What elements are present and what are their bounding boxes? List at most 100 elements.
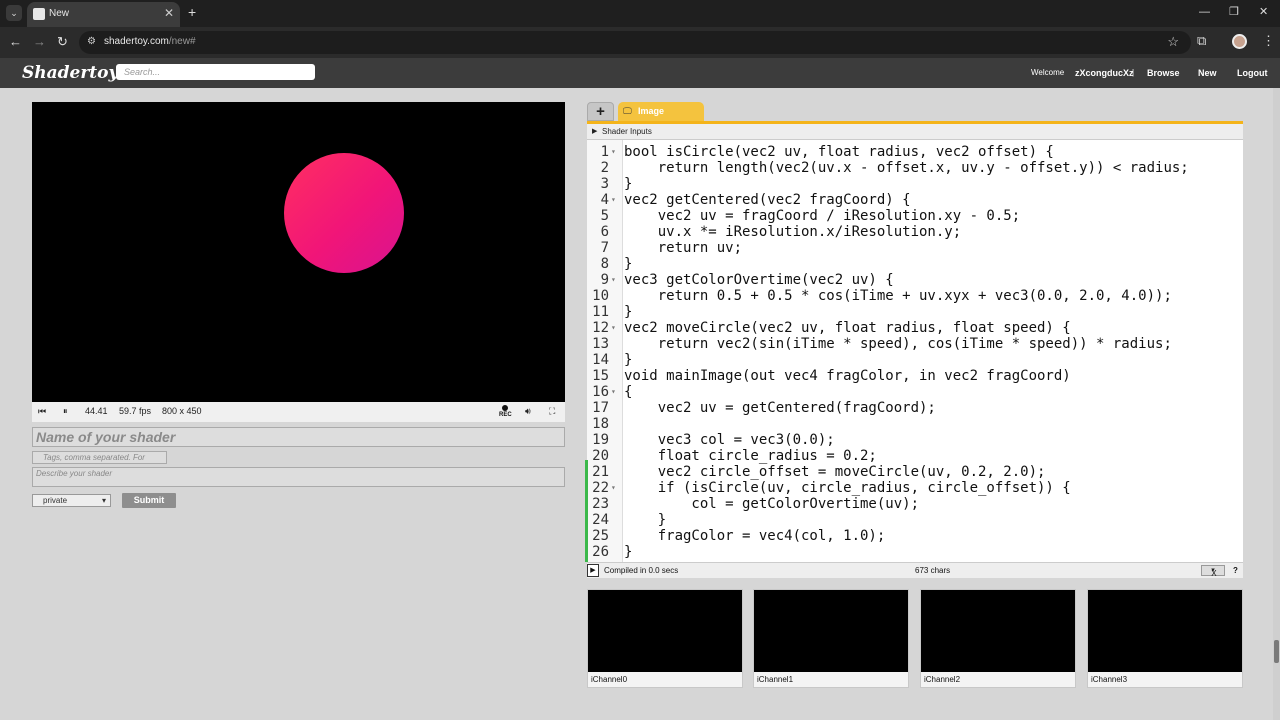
fold-icon[interactable]: ▾ — [611, 320, 616, 336]
compile-button[interactable]: ▶ — [587, 564, 599, 577]
code-line[interactable]: 8} — [587, 256, 1243, 272]
username-link[interactable]: zXcongducXz — [1075, 68, 1134, 78]
browse-link[interactable]: Browse — [1147, 68, 1180, 78]
line-number: 14 — [592, 352, 609, 368]
modified-lines-marker — [585, 460, 588, 562]
fold-icon[interactable]: ▾ — [611, 480, 616, 496]
code-text: } — [624, 304, 633, 320]
privacy-select[interactable]: private ▾ — [32, 494, 111, 507]
tab-image[interactable]: 🖵︎ Image — [618, 102, 704, 121]
fold-icon[interactable]: ▾ — [611, 384, 616, 400]
resolution-display: 800 x 450 — [162, 406, 202, 416]
code-line[interactable]: 15 void mainImage(out vec4 fragColor, in … — [587, 368, 1243, 384]
browser-tab[interactable]: New ✕ — [27, 2, 180, 27]
channel-preview[interactable] — [588, 590, 742, 672]
channel-preview[interactable] — [1088, 590, 1242, 672]
rewind-icon[interactable]: ⏮ — [38, 406, 46, 417]
code-line[interactable]: 12 ▾ vec2 moveCircle(vec2 uv, float radius… — [587, 320, 1243, 336]
code-line[interactable]: 17 vec2 uv = getCentered(fragCoord); — [587, 400, 1243, 416]
channel-slot-3[interactable]: iChannel3 — [1087, 589, 1243, 688]
code-text: col = getColorOvertime(uv); — [624, 496, 920, 512]
logout-link[interactable]: Logout — [1237, 68, 1268, 78]
pause-icon[interactable]: ⏸ — [63, 406, 68, 417]
favicon-icon — [33, 8, 45, 20]
shader-inputs-toggle[interactable]: ▶ Shader Inputs — [587, 124, 1243, 140]
forward-icon[interactable]: → — [33, 35, 46, 49]
line-number: 4 — [600, 192, 609, 208]
add-buffer-button[interactable]: + — [587, 102, 614, 121]
close-window-icon[interactable]: ✕ — [1259, 6, 1268, 18]
scrollbar-thumb[interactable] — [1274, 640, 1279, 663]
new-link[interactable]: New — [1198, 68, 1217, 78]
fold-icon[interactable]: ▾ — [611, 272, 616, 288]
line-number: 16 — [592, 384, 609, 400]
code-line[interactable]: 6 uv.x *= iResolution.x/iResolution.y; — [587, 224, 1243, 240]
code-text: } — [624, 256, 633, 272]
line-number: 24 — [592, 512, 609, 528]
editor-close-select[interactable]: X ▾ — [1201, 565, 1225, 578]
menu-icon[interactable]: ⋮ — [1262, 33, 1275, 49]
code-text: vec2 uv = getCentered(fragCoord); — [624, 400, 936, 416]
line-number: 17 — [592, 400, 609, 416]
code-text: if (isCircle(uv, circle_radius, circle_o… — [624, 480, 1071, 496]
shader-name-input[interactable]: Name of your shader — [32, 427, 565, 447]
fullscreen-icon[interactable]: ⛶ — [549, 406, 555, 417]
code-editor[interactable]: 1 ▾ bool isCircle(vec2 uv, float radius, v… — [587, 140, 1243, 562]
fold-icon[interactable]: ▾ — [611, 144, 616, 160]
restore-icon[interactable]: ❐ — [1229, 6, 1239, 18]
code-line[interactable]: 19 vec3 col = vec3(0.0); — [587, 432, 1243, 448]
code-line[interactable]: 13 return vec2(sin(iTime * speed), cos(i… — [587, 336, 1243, 352]
code-line[interactable]: 22 ▾ if (isCircle(uv, circle_radius, circ… — [587, 480, 1243, 496]
record-label[interactable]: REC — [499, 412, 512, 418]
close-tab-icon[interactable]: ✕ — [164, 6, 174, 20]
url-field[interactable]: ⚙ shadertoy.com/new# ☆ — [79, 31, 1191, 54]
volume-icon[interactable]: 🔊︎ — [525, 406, 531, 417]
code-line[interactable]: 16 ▾ { — [587, 384, 1243, 400]
code-line[interactable]: 14} — [587, 352, 1243, 368]
channel-preview[interactable] — [754, 590, 908, 672]
description-input[interactable]: Describe your shader — [32, 467, 565, 487]
code-line[interactable]: 24 } — [587, 512, 1243, 528]
code-line[interactable]: 26} — [587, 544, 1243, 560]
code-line[interactable]: 9 ▾ vec3 getColorOvertime(vec2 uv) { — [587, 272, 1243, 288]
bookmark-star-icon[interactable]: ☆ — [1167, 34, 1179, 50]
tab-search-icon[interactable]: ⌄ — [6, 5, 22, 21]
page-scrollbar[interactable] — [1273, 88, 1280, 720]
code-line[interactable]: 20 float circle_radius = 0.2; — [587, 448, 1243, 464]
line-number: 25 — [592, 528, 609, 544]
record-icon[interactable] — [502, 405, 508, 411]
search-input[interactable] — [116, 64, 315, 80]
code-line[interactable]: 3} — [587, 176, 1243, 192]
reload-icon[interactable]: ↻ — [57, 35, 68, 49]
minimize-icon[interactable]: — — [1199, 6, 1210, 18]
url-text: shadertoy.com/new# — [104, 36, 196, 47]
help-button[interactable]: ? — [1233, 566, 1238, 575]
code-line[interactable]: 25 fragColor = vec4(col, 1.0); — [587, 528, 1243, 544]
shadertoy-logo[interactable]: Shadertoy — [22, 63, 118, 83]
channel-slot-0[interactable]: iChannel0 — [587, 589, 743, 688]
extensions-icon[interactable]: ⧉ — [1197, 33, 1206, 49]
tags-input[interactable]: Tags, comma separated. For — [32, 451, 167, 464]
submit-button[interactable]: Submit — [122, 493, 176, 508]
code-text: } — [624, 352, 633, 368]
profile-avatar[interactable] — [1232, 34, 1247, 49]
line-number: 3 — [600, 176, 609, 192]
code-line[interactable]: 5 vec2 uv = fragCoord / iResolution.xy -… — [587, 208, 1243, 224]
code-line[interactable]: 21 vec2 circle_offset = moveCircle(uv, 0… — [587, 464, 1243, 480]
code-line[interactable]: 7 return uv; — [587, 240, 1243, 256]
fold-icon[interactable]: ▾ — [611, 192, 616, 208]
code-line[interactable]: 2 return length(vec2(uv.x - offset.x, uv… — [587, 160, 1243, 176]
site-info-icon[interactable]: ⚙ — [87, 36, 96, 47]
channel-slot-1[interactable]: iChannel1 — [753, 589, 909, 688]
code-line[interactable]: 1 ▾ bool isCircle(vec2 uv, float radius, v… — [587, 144, 1243, 160]
code-line[interactable]: 11} — [587, 304, 1243, 320]
code-line[interactable]: 18 — [587, 416, 1243, 432]
code-line[interactable]: 23 col = getColorOvertime(uv); — [587, 496, 1243, 512]
back-icon[interactable]: ← — [9, 35, 22, 49]
channel-slot-2[interactable]: iChannel2 — [920, 589, 1076, 688]
code-line[interactable]: 10 return 0.5 + 0.5 * cos(iTime + uv.xyx… — [587, 288, 1243, 304]
shader-canvas[interactable] — [32, 102, 565, 402]
channel-preview[interactable] — [921, 590, 1075, 672]
new-tab-icon[interactable]: + — [188, 4, 196, 20]
code-line[interactable]: 4 ▾ vec2 getCentered(vec2 fragCoord) { — [587, 192, 1243, 208]
